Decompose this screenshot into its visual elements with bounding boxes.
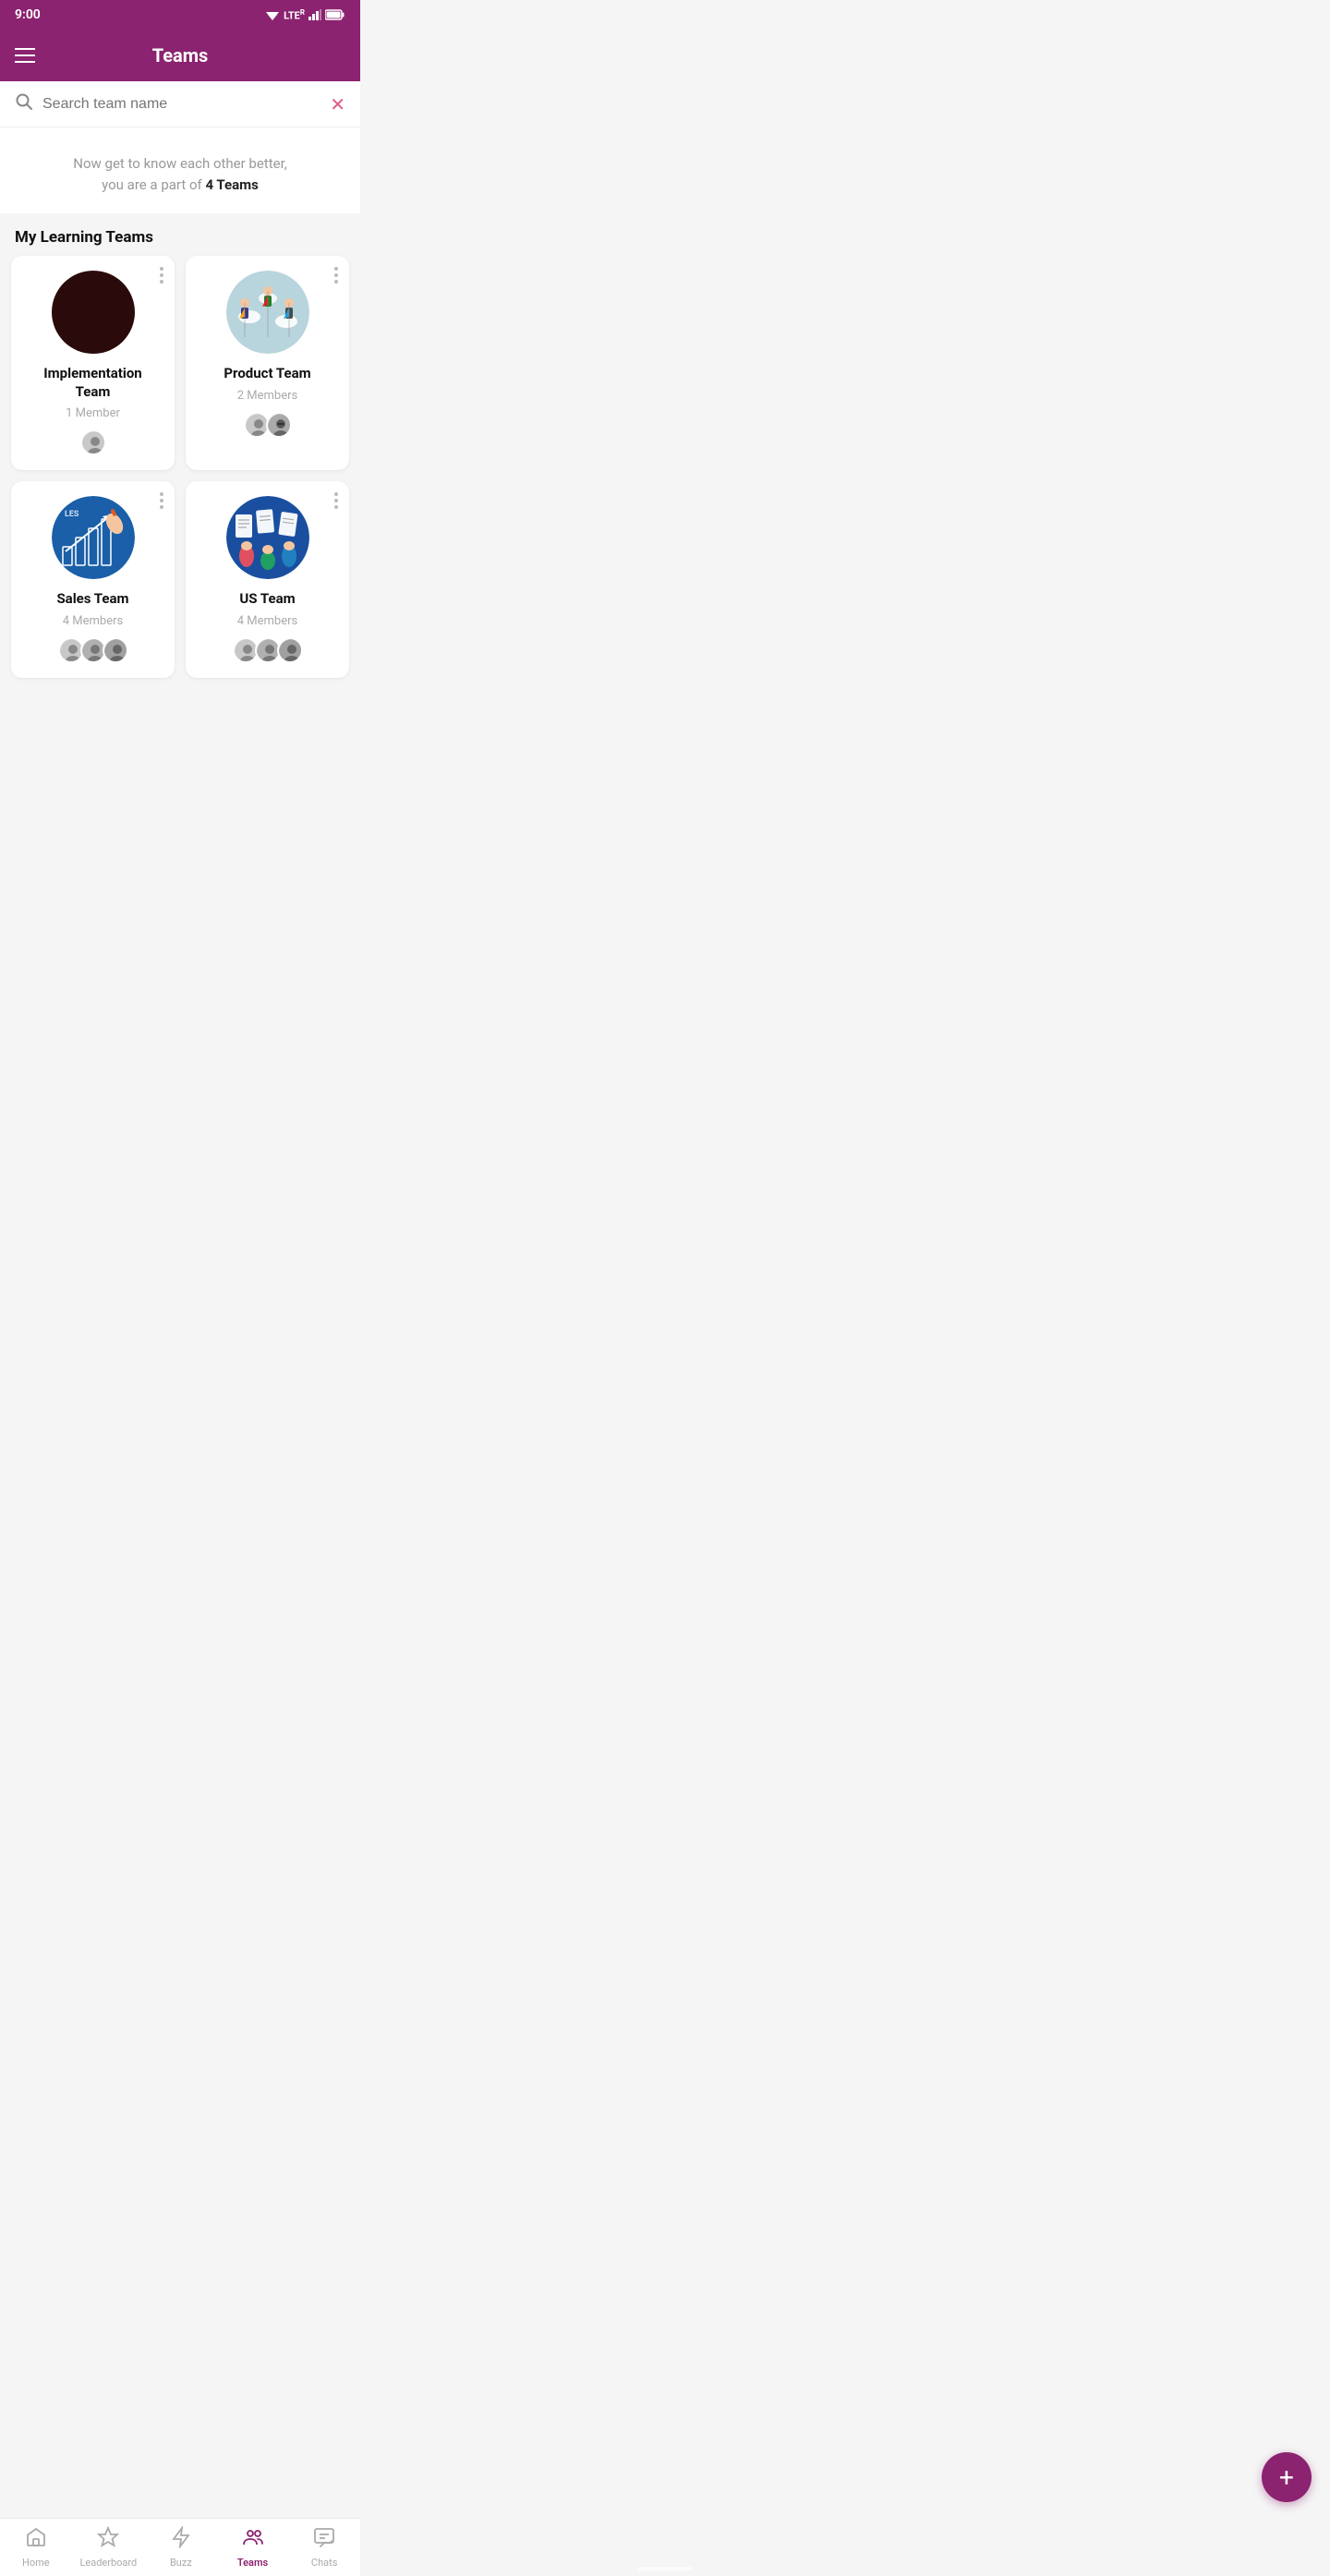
us-team-avatar-svg — [226, 496, 309, 579]
nav-item-teams[interactable]: Teams — [225, 2526, 281, 2569]
svg-text:LES: LES — [65, 510, 79, 519]
page-title: Teams — [152, 44, 209, 67]
section-title: My Learning Teams — [0, 213, 360, 256]
nav-item-home[interactable]: Home — [8, 2526, 64, 2569]
bottom-nav: Home Leaderboard Buzz Teams — [0, 2518, 360, 2576]
team-avatar-product — [226, 271, 309, 354]
team-member-avatars-product — [244, 412, 292, 438]
team-card-us[interactable]: US Team 4 Members — [186, 481, 349, 678]
team-member-avatars-us — [233, 637, 303, 663]
team-avatar-implementation — [52, 271, 135, 354]
team-avatar-us — [226, 496, 309, 579]
lte-label: LTER — [284, 8, 305, 22]
team-card-sales[interactable]: LES Sales Team 4 Members — [11, 481, 175, 678]
header: Teams — [0, 30, 360, 81]
status-bar: 9:00 LTER — [0, 0, 360, 30]
info-line2: you are a part of — [102, 176, 205, 193]
nav-label-chats: Chats — [311, 2557, 337, 2569]
search-icon — [15, 92, 33, 115]
nav-item-leaderboard[interactable]: Leaderboard — [79, 2526, 137, 2569]
status-time: 9:00 — [15, 7, 41, 22]
search-clear-icon[interactable]: ✕ — [330, 93, 345, 115]
wifi-icon — [265, 9, 280, 20]
nav-label-leaderboard: Leaderboard — [79, 2557, 137, 2569]
team-member-count-sales: 4 Members — [63, 614, 123, 628]
team-name-product: Product Team — [224, 365, 310, 383]
member-avatar — [266, 412, 292, 438]
chats-icon — [313, 2526, 335, 2553]
team-member-avatars-implementation — [80, 429, 106, 455]
team-member-count-product: 2 Members — [237, 389, 297, 403]
team-member-count-us: 4 Members — [237, 614, 297, 628]
team-card-product[interactable]: Product Team 2 Members — [186, 256, 349, 470]
signal-icon — [308, 9, 321, 20]
status-icons: LTER — [265, 8, 345, 22]
buzz-icon — [170, 2526, 192, 2553]
nav-item-chats[interactable]: Chats — [296, 2526, 352, 2569]
member-avatar — [277, 637, 303, 663]
sales-team-avatar-svg: LES — [52, 496, 135, 579]
nav-item-buzz[interactable]: Buzz — [153, 2526, 209, 2569]
search-bar: ✕ — [0, 81, 360, 127]
home-icon — [25, 2526, 47, 2553]
hamburger-menu[interactable] — [15, 48, 35, 63]
member-avatar — [80, 429, 106, 455]
nav-label-buzz: Buzz — [170, 2557, 192, 2569]
member-avatar — [103, 637, 128, 663]
fab-add-team[interactable]: + — [1262, 2452, 1312, 2502]
nav-label-home: Home — [22, 2557, 50, 2569]
home-indicator — [637, 2567, 693, 2570]
team-menu-sales[interactable] — [160, 492, 163, 509]
team-menu-implementation[interactable] — [160, 267, 163, 284]
battery-icon — [325, 9, 345, 20]
info-section: Now get to know each other better, you a… — [0, 127, 360, 213]
team-member-avatars-sales — [58, 637, 128, 663]
team-name-sales: Sales Team — [56, 590, 128, 609]
teams-grid: ImplementationTeam 1 Member — [0, 256, 360, 689]
teams-count: 4 Teams — [205, 176, 258, 193]
search-input[interactable] — [42, 96, 320, 113]
teams-icon — [242, 2526, 264, 2553]
product-team-avatar-svg — [226, 271, 309, 354]
leaderboard-icon — [97, 2526, 119, 2553]
team-card-implementation[interactable]: ImplementationTeam 1 Member — [11, 256, 175, 470]
team-avatar-sales: LES — [52, 496, 135, 579]
team-member-count-implementation: 1 Member — [66, 406, 120, 420]
team-name-us: US Team — [239, 590, 295, 609]
nav-label-teams: Teams — [237, 2557, 268, 2569]
team-name-implementation: ImplementationTeam — [43, 365, 141, 401]
team-menu-product[interactable] — [334, 267, 338, 284]
team-menu-us[interactable] — [334, 492, 338, 509]
info-line1: Now get to know each other better, — [73, 155, 286, 172]
